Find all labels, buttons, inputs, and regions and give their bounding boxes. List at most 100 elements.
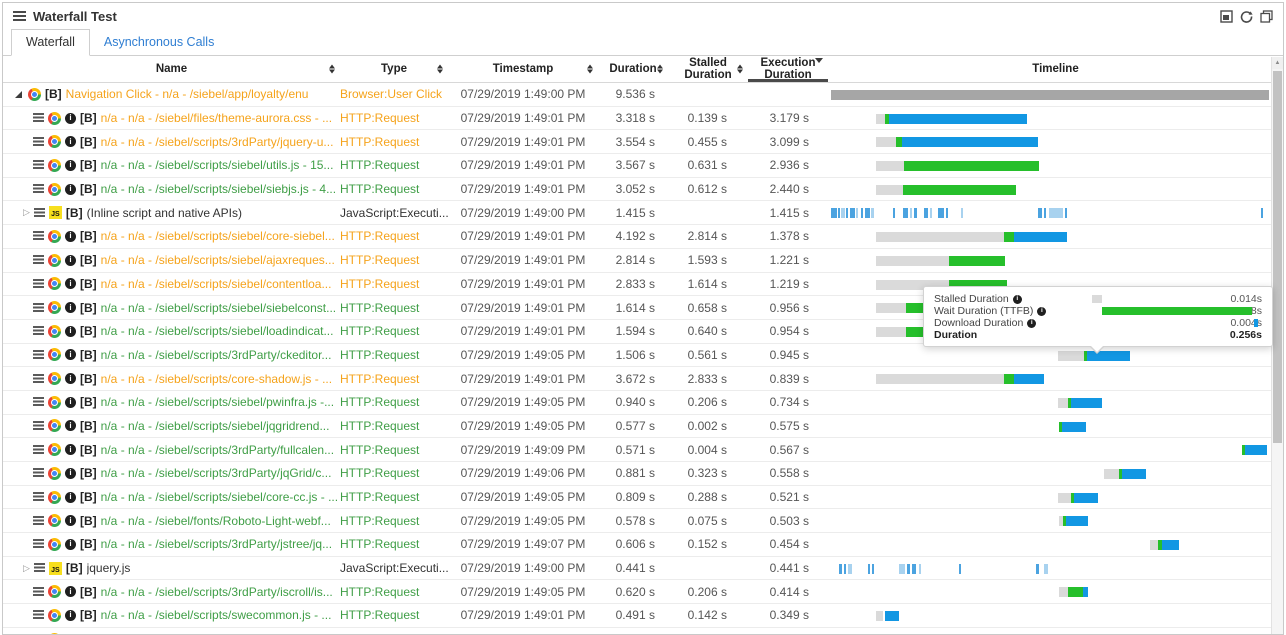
request-name[interactable]: n/a - n/a - /siebel/scripts/siebel/loadi… xyxy=(101,324,334,338)
timeline-js-tick[interactable] xyxy=(844,564,846,574)
collapse-caret-icon[interactable]: ▷ xyxy=(23,564,30,573)
request-name[interactable]: n/a - n/a - /siebel/fonts/Roboto-Light-w… xyxy=(101,514,331,528)
request-name[interactable]: n/a - n/a - /siebel/scripts/siebel/core-… xyxy=(101,229,335,243)
column-header-tl[interactable]: Timeline xyxy=(828,56,1283,82)
table-row[interactable]: i[B]n/a - n/a - /siebel/scripts/siebel/s… xyxy=(3,178,1283,202)
row-menu-icon[interactable] xyxy=(33,397,44,407)
timeline-js-tick[interactable] xyxy=(914,208,917,218)
expand-caret-icon[interactable] xyxy=(15,91,22,98)
column-header-type[interactable]: Type xyxy=(340,56,448,82)
column-header-ts[interactable]: Timestamp xyxy=(448,56,598,82)
timeline-js-tick[interactable] xyxy=(871,208,874,218)
timeline-bar-segment-blue[interactable] xyxy=(902,137,1038,147)
row-menu-icon[interactable] xyxy=(33,539,44,549)
timeline-js-tick[interactable] xyxy=(861,208,863,218)
timeline-bar-segment-blue[interactable] xyxy=(885,611,899,621)
timeline-js-tick[interactable] xyxy=(912,564,916,574)
column-header-stall[interactable]: Stalled Duration xyxy=(668,56,748,82)
table-row[interactable]: i[B]n/a - n/a - /siebel/scripts/3rdParty… xyxy=(3,130,1283,154)
table-row[interactable]: i[B]n/a - n/a - /siebel/scripts/siebel/c… xyxy=(3,486,1283,510)
timeline-bar-segment-blue[interactable] xyxy=(1014,232,1067,242)
request-name[interactable]: n/a - n/a - /siebel/scripts/siebel/pwinf… xyxy=(101,395,334,409)
timeline-js-tick[interactable] xyxy=(839,564,842,574)
request-name[interactable]: n/a - n/a - /siebel/scripts/swecommon.js… xyxy=(101,608,332,622)
vertical-scrollbar[interactable]: ▲ xyxy=(1271,57,1283,634)
timeline-bar-segment-green[interactable] xyxy=(1004,374,1014,384)
timeline-js-tick[interactable] xyxy=(1038,208,1042,218)
timeline-js-tick[interactable] xyxy=(938,208,944,218)
table-row[interactable]: i[B]n/a - n/a - /siebel/scripts/siebel/a… xyxy=(3,249,1283,273)
table-row[interactable]: i[B]n/a - n/a - /siebel/scripts/3rdParty… xyxy=(3,438,1283,462)
tab-waterfall[interactable]: Waterfall xyxy=(11,29,90,56)
timeline-js-tick[interactable] xyxy=(1065,208,1067,218)
timeline-js-tick[interactable] xyxy=(1261,208,1263,218)
row-menu-icon[interactable] xyxy=(33,113,44,123)
table-row[interactable]: ▷JS[B](Inline script and native APIs)Jav… xyxy=(3,201,1283,225)
request-name[interactable]: n/a - n/a - /siebel/scripts/3rdParty/jqu… xyxy=(101,135,334,149)
timeline-bar-segment-gray[interactable] xyxy=(876,611,883,621)
row-menu-icon[interactable] xyxy=(33,421,44,431)
table-row[interactable]: i[B]n/a - n/a - /siebel/files/theme-auro… xyxy=(3,107,1283,131)
table-row[interactable]: i[B]n/a - n/a - /siebel/fonts/Roboto-Lig… xyxy=(3,509,1283,533)
timeline-bar-segment-gray[interactable] xyxy=(876,161,904,171)
row-menu-icon[interactable] xyxy=(34,563,45,573)
timeline-bar-segment-blue[interactable] xyxy=(1074,493,1098,503)
timeline-bar-segment-green[interactable] xyxy=(904,161,1039,171)
timeline-js-tick[interactable] xyxy=(848,564,852,574)
sort-icon[interactable] xyxy=(329,65,335,74)
scrollbar-thumb[interactable] xyxy=(1273,71,1282,443)
timeline-bar-segment-gray[interactable] xyxy=(1150,540,1158,550)
table-row[interactable]: i[B]n/a - n/a - /siebel/scripts/core-sha… xyxy=(3,367,1283,391)
timeline-js-tick[interactable] xyxy=(841,208,845,218)
table-row[interactable]: i[B]n/a - n/a - /siebel/scripts/siebel/j… xyxy=(3,415,1283,439)
timeline-bar-segment-gray[interactable] xyxy=(876,256,949,266)
timeline-js-tick[interactable] xyxy=(868,564,870,574)
timeline-js-tick[interactable] xyxy=(838,208,840,218)
table-row[interactable]: i[B]n/a - n/a - /siebel/scripts/swecommo… xyxy=(3,604,1283,628)
row-menu-icon[interactable] xyxy=(33,374,44,384)
row-menu-icon[interactable] xyxy=(33,255,44,265)
timeline-bar-segment-blue[interactable] xyxy=(1066,516,1088,526)
timeline-bar-segment-blue[interactable] xyxy=(1245,445,1267,455)
row-menu-icon[interactable] xyxy=(33,492,44,502)
request-name[interactable]: n/a - n/a - /siebel/scripts/siebel/utils… xyxy=(101,158,334,172)
request-name[interactable]: n/a - n/a - /siebel/scripts/3rdParty/jqG… xyxy=(101,466,332,480)
sort-icon[interactable] xyxy=(437,65,443,74)
timeline-bar-segment-gray[interactable] xyxy=(1058,351,1084,361)
table-row[interactable]: ▷JS[B]jquery.jsJavaScript:Executi...07/2… xyxy=(3,557,1283,581)
timeline-bar-segment-blue[interactable] xyxy=(1071,398,1102,408)
row-menu-icon[interactable] xyxy=(33,160,44,170)
row-menu-icon[interactable] xyxy=(33,587,44,597)
request-name[interactable]: (Inline script and native APIs) xyxy=(87,206,242,220)
sort-icon[interactable] xyxy=(657,65,663,74)
request-name[interactable]: n/a - n/a - /siebel/scripts/3rdParty/cke… xyxy=(101,348,332,362)
timeline-bar-segment-green[interactable] xyxy=(949,256,1005,266)
row-menu-icon[interactable] xyxy=(33,184,44,194)
request-name[interactable]: n/a - n/a - /siebel/scripts/3rdParty/isc… xyxy=(101,585,333,599)
timeline-js-tick[interactable] xyxy=(907,564,910,574)
timeline-js-tick[interactable] xyxy=(1044,208,1046,218)
timeline-js-tick[interactable] xyxy=(865,208,870,218)
tab-asynchronous-calls[interactable]: Asynchronous Calls xyxy=(90,30,228,55)
timeline-bar-segment-gray[interactable] xyxy=(1058,398,1068,408)
timeline-js-tick[interactable] xyxy=(903,208,908,218)
row-menu-icon[interactable] xyxy=(33,326,44,336)
table-row[interactable]: i[B]n/a - n/a - /siebel/scripts/3rdParty… xyxy=(3,533,1283,557)
timeline-bar-segment-gray[interactable] xyxy=(1104,469,1119,479)
timeline-bar-segment-blue[interactable] xyxy=(1014,374,1044,384)
timeline-bar-segment-dark[interactable] xyxy=(831,90,1269,100)
timeline-js-tick[interactable] xyxy=(961,208,963,218)
timeline-js-tick[interactable] xyxy=(924,208,928,218)
row-menu-icon[interactable] xyxy=(33,516,44,526)
timeline-bar-segment-green[interactable] xyxy=(1004,232,1014,242)
table-row[interactable]: i[B]n/a - n/a - /siebel/scripts/siebel/u… xyxy=(3,154,1283,178)
timeline-bar-segment-gray[interactable] xyxy=(876,114,885,124)
sort-desc-icon[interactable] xyxy=(815,63,823,75)
timeline-bar-segment-gray[interactable] xyxy=(876,374,1004,384)
table-row[interactable]: [B]Navigation Click - n/a - /siebel/app/… xyxy=(3,83,1283,107)
row-menu-icon[interactable] xyxy=(33,231,44,241)
row-menu-icon[interactable] xyxy=(33,279,44,289)
timeline-bar-segment-blue[interactable] xyxy=(889,114,1027,124)
refresh-icon[interactable] xyxy=(1240,10,1253,23)
column-header-name[interactable]: Name xyxy=(3,56,340,82)
